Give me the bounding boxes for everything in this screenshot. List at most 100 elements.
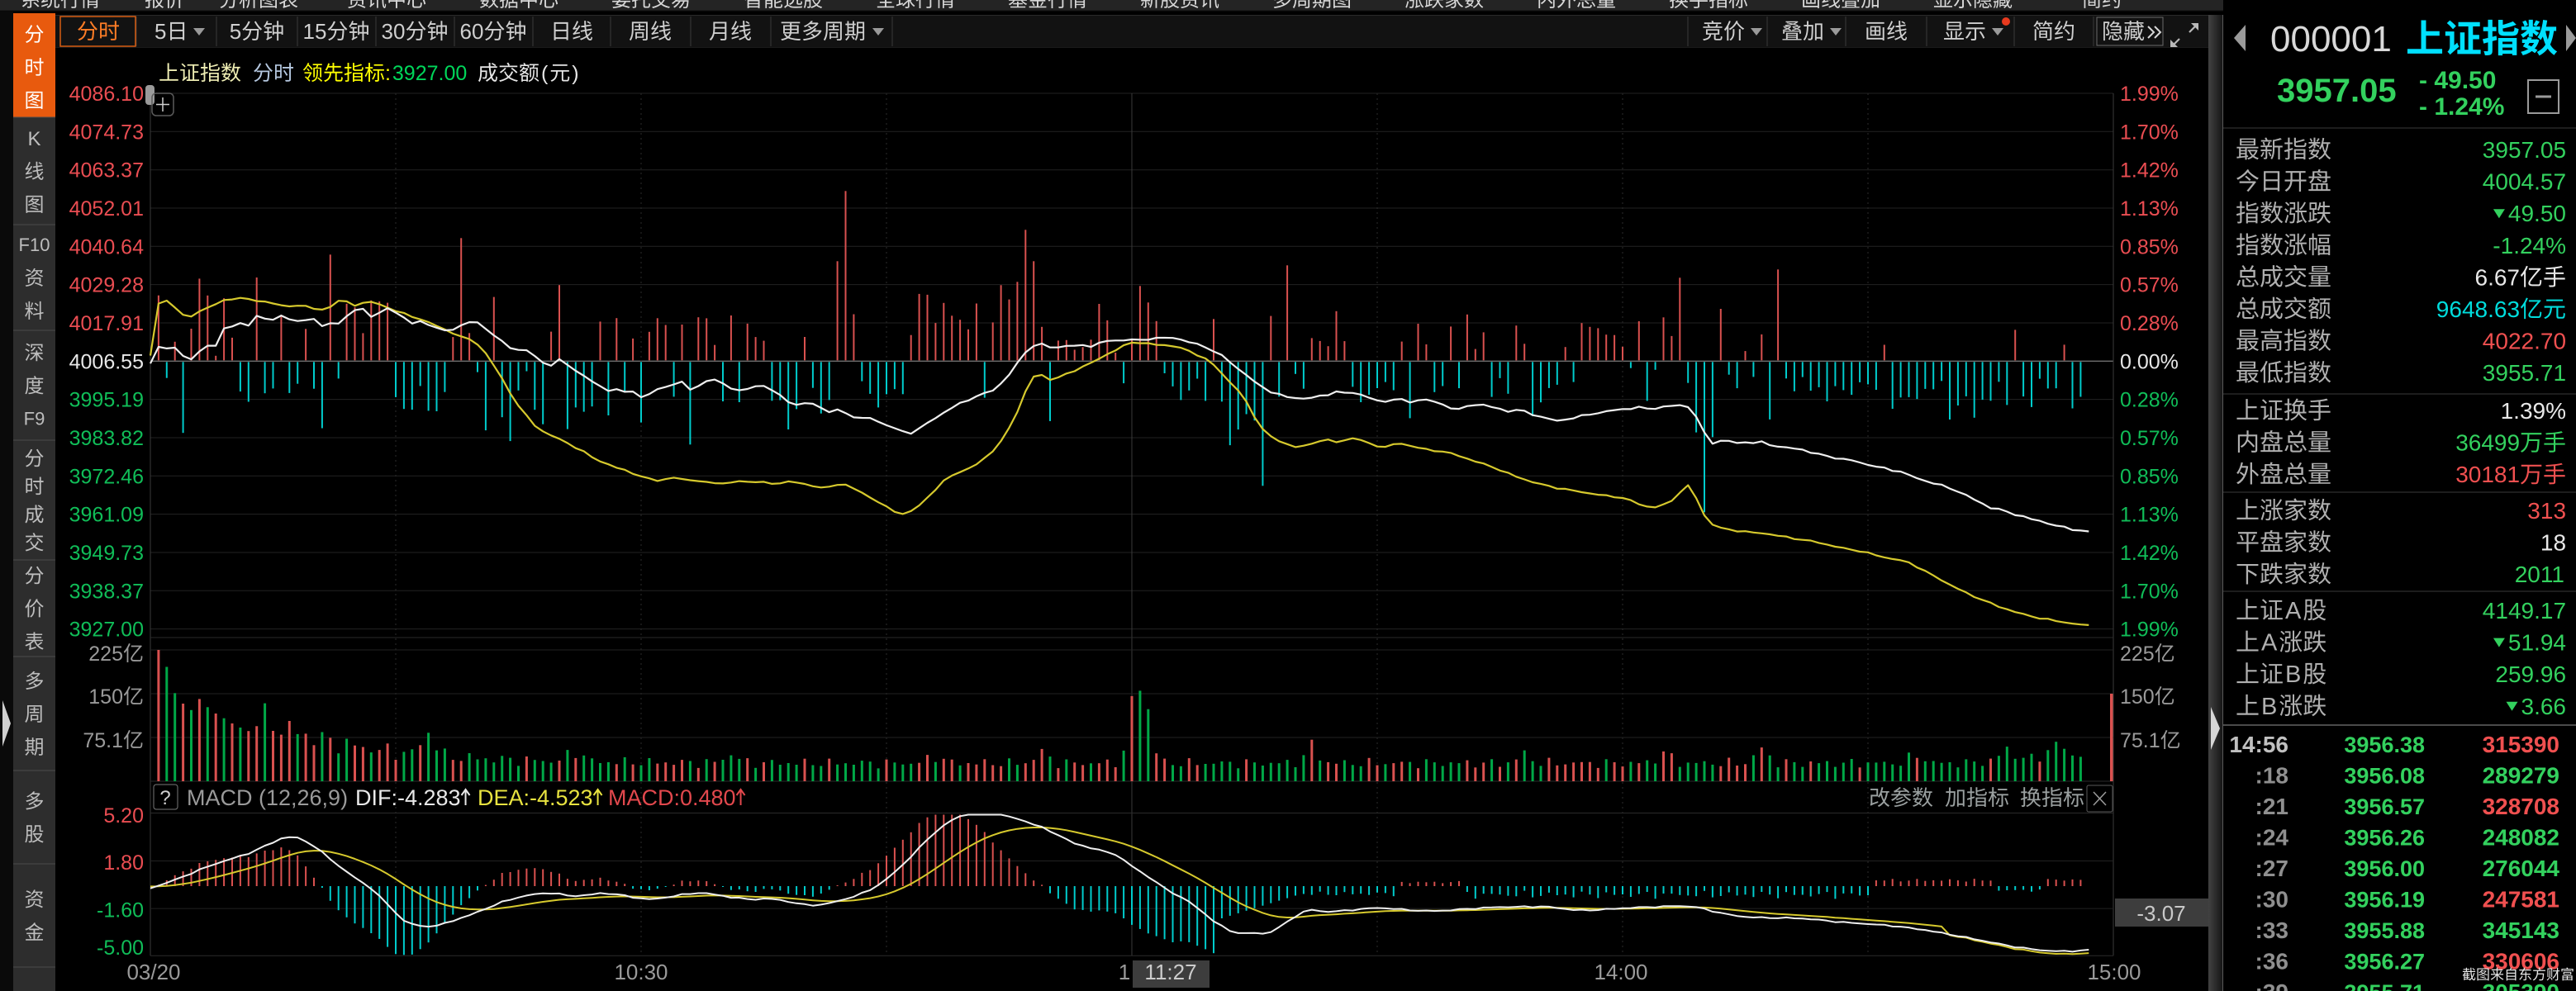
svg-text:3956.19: 3956.19 [2344,888,2425,913]
svg-text:51.94: 51.94 [2508,630,2566,656]
svg-text:3938.37: 3938.37 [69,580,144,603]
svg-text:1.99%: 1.99% [2120,83,2179,106]
svg-text:3949.73: 3949.73 [69,542,144,565]
svg-text:75.1: 75.1 [2120,729,2160,752]
svg-text:14:56: 14:56 [2229,732,2288,757]
svg-text:1.70%: 1.70% [2120,580,2179,603]
svg-text:4040.64: 4040.64 [69,235,144,258]
svg-text:5: 5 [154,19,166,44]
svg-text:305390: 305390 [2483,979,2559,991]
svg-text:4086.10: 4086.10 [69,83,144,106]
svg-text:6.67: 6.67 [2475,264,2521,290]
svg-text:0.00%: 0.00% [2120,350,2179,373]
svg-text:-5.00: -5.00 [97,936,144,960]
svg-text::33: :33 [2255,918,2288,943]
svg-text:60: 60 [460,19,484,44]
svg-text:03/20: 03/20 [126,960,180,984]
svg-text:?: ? [159,787,170,809]
svg-text:A: A [2261,630,2278,657]
svg-text:1.13%: 1.13% [2120,197,2179,220]
svg-text:4004.57: 4004.57 [2483,169,2566,195]
svg-text:313: 313 [2527,498,2566,524]
svg-text:4017.91: 4017.91 [69,312,144,335]
svg-text:1.80: 1.80 [103,851,144,875]
svg-text:F9: F9 [24,409,45,429]
svg-text:75.1: 75.1 [83,729,123,752]
svg-text:30181: 30181 [2455,462,2520,487]
svg-text:A: A [2285,598,2302,624]
svg-text:3956.57: 3956.57 [2344,794,2425,819]
svg-text:0.85%: 0.85% [2120,235,2179,258]
svg-text:1.70%: 1.70% [2120,121,2179,144]
svg-text:- 1.24%: - 1.24% [2419,93,2504,121]
svg-text:3955.71: 3955.71 [2483,360,2566,386]
svg-text:- 49.50: - 49.50 [2419,67,2496,94]
svg-text:-1.60: -1.60 [97,899,144,922]
svg-text:5.20: 5.20 [103,804,144,827]
svg-text:248082: 248082 [2483,825,2559,851]
svg-text:3995.19: 3995.19 [69,389,144,412]
svg-text:276044: 276044 [2483,856,2560,881]
svg-text:3956.08: 3956.08 [2344,764,2425,789]
svg-text:289279: 289279 [2483,763,2559,789]
svg-text:4149.17: 4149.17 [2483,598,2566,624]
svg-text:3956.26: 3956.26 [2344,826,2425,851]
svg-text:4063.37: 4063.37 [69,159,144,183]
svg-text:0.28%: 0.28% [2120,312,2179,335]
svg-text:3927.00: 3927.00 [392,62,467,85]
svg-text::: : [385,62,391,85]
svg-text:000001: 000001 [2270,19,2392,59]
svg-text:1.42%: 1.42% [2120,542,2179,565]
svg-text:4052.01: 4052.01 [69,197,144,220]
svg-text:4029.28: 4029.28 [69,274,144,297]
svg-text:1.42%: 1.42% [2120,159,2179,183]
svg-text:0.28%: 0.28% [2120,389,2179,412]
svg-text:DEA:-4.523: DEA:-4.523 [478,785,593,810]
svg-text:150: 150 [2120,685,2155,709]
svg-text::30: :30 [2255,887,2288,913]
svg-text::39: :39 [2255,979,2288,991]
svg-text:4006.55: 4006.55 [69,350,144,373]
svg-text:3955.88: 3955.88 [2344,918,2425,943]
svg-text:3955.71: 3955.71 [2344,980,2425,991]
svg-text:345143: 345143 [2483,918,2559,943]
svg-text:(: ( [541,62,549,85]
svg-text:MACD:0.480: MACD:0.480 [608,785,736,810]
svg-text:150: 150 [88,685,123,709]
svg-text:3956.00: 3956.00 [2344,856,2425,881]
svg-text:259.96: 259.96 [2495,661,2566,687]
svg-text:3983.82: 3983.82 [69,427,144,450]
svg-text:-3.07: -3.07 [2136,901,2185,926]
svg-text:0.85%: 0.85% [2120,465,2179,488]
svg-text:3961.09: 3961.09 [69,504,144,527]
svg-text:18: 18 [2540,530,2566,556]
svg-text:1.13%: 1.13% [2120,504,2179,527]
svg-text:49.50: 49.50 [2508,201,2566,226]
svg-text:9648.63: 9648.63 [2436,296,2520,322]
svg-text:1.99%: 1.99% [2120,619,2179,642]
svg-text:328708: 328708 [2483,794,2559,819]
svg-text:3.66: 3.66 [2521,694,2567,719]
svg-text:36499: 36499 [2455,430,2520,456]
svg-text:225: 225 [2120,642,2155,666]
svg-text::21: :21 [2255,794,2288,819]
svg-text:2011: 2011 [2515,562,2564,587]
svg-text:F10: F10 [19,235,50,255]
svg-text:14:00: 14:00 [1594,960,1647,984]
svg-text:B: B [2285,661,2301,688]
svg-text:3957.05: 3957.05 [2277,73,2397,109]
svg-text:4022.70: 4022.70 [2483,329,2566,354]
svg-text:): ) [572,62,578,85]
svg-text:10:30: 10:30 [614,960,668,984]
svg-text:225: 225 [88,642,123,666]
svg-text:1.39%: 1.39% [2501,398,2566,424]
svg-text:3957.05: 3957.05 [2483,137,2566,163]
svg-text:15: 15 [303,19,327,44]
svg-text:3956.38: 3956.38 [2344,733,2425,757]
svg-text::36: :36 [2255,949,2288,974]
svg-text:0.57%: 0.57% [2120,274,2179,297]
svg-text:30: 30 [382,19,406,44]
svg-text:DIF:-4.283: DIF:-4.283 [355,785,461,810]
svg-text:15:00: 15:00 [2087,960,2141,984]
svg-text:MACD (12,26,9): MACD (12,26,9) [187,785,348,810]
